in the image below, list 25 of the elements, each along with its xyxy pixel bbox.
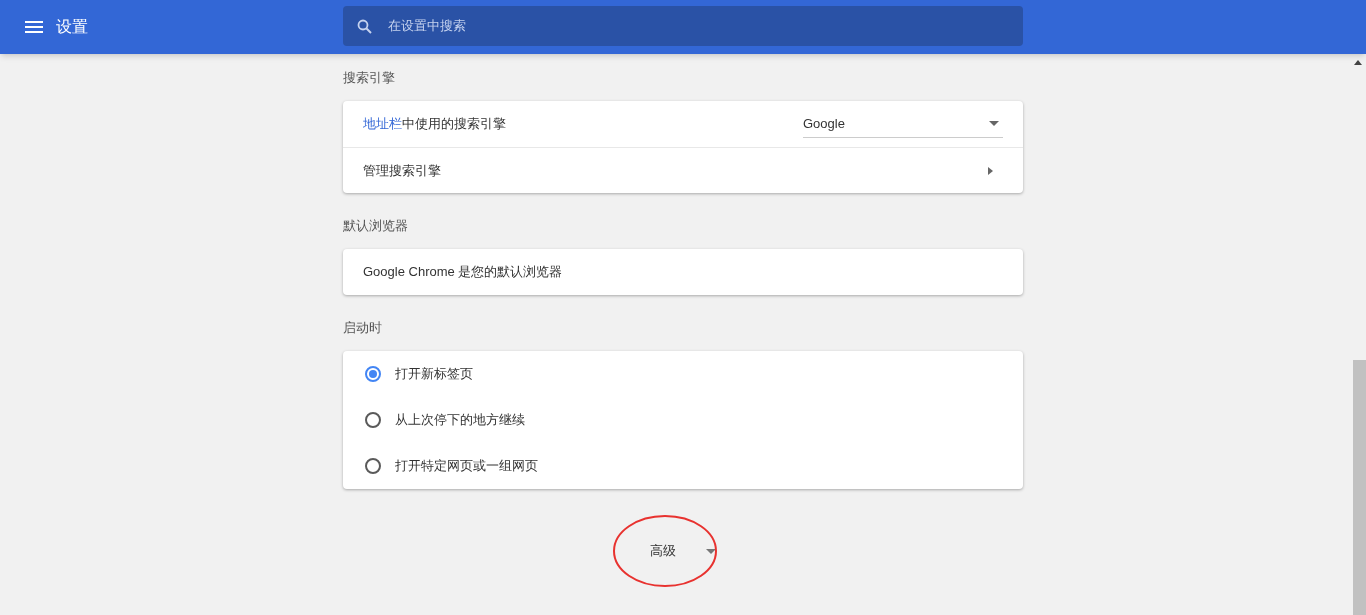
search-icon (357, 18, 372, 34)
search-input[interactable]: 在设置中搜索 (388, 16, 1023, 36)
section-title: 启动时 (343, 319, 383, 337)
default-browser-text: Google Chrome 是您的默认浏览器 (363, 263, 563, 282)
section-title: 搜索引擎 (343, 69, 396, 87)
address-bar-link[interactable]: 地址栏 (363, 116, 402, 132)
scrollbar-thumb[interactable] (1353, 360, 1366, 615)
startup-option[interactable]: 打开新标签页 (343, 351, 1023, 397)
startup-option[interactable]: 从上次停下的地方继续 (343, 397, 1023, 443)
radio-button[interactable] (365, 458, 381, 474)
scroll-up-arrow-icon (1354, 60, 1362, 65)
setting-label: 地址栏中使用的搜索引擎 (363, 115, 506, 134)
section-title: 默认浏览器 (343, 217, 409, 235)
advanced-button[interactable]: 高级 (638, 533, 728, 569)
search-engine-dropdown[interactable]: Google (803, 110, 1003, 138)
caret-down-icon (989, 121, 999, 126)
startup-option[interactable]: 打开特定网页或一组网页 (343, 443, 1023, 489)
radio-button[interactable] (365, 366, 381, 382)
caret-right-icon (988, 166, 993, 175)
manage-search-engines-row[interactable]: 管理搜索引擎 (343, 147, 1023, 193)
search-field[interactable]: 在设置中搜索 (343, 6, 1023, 46)
radio-button[interactable] (365, 412, 381, 428)
caret-down-icon (706, 548, 716, 554)
page-title: 设置 (56, 17, 88, 37)
menu-icon[interactable] (25, 21, 43, 33)
